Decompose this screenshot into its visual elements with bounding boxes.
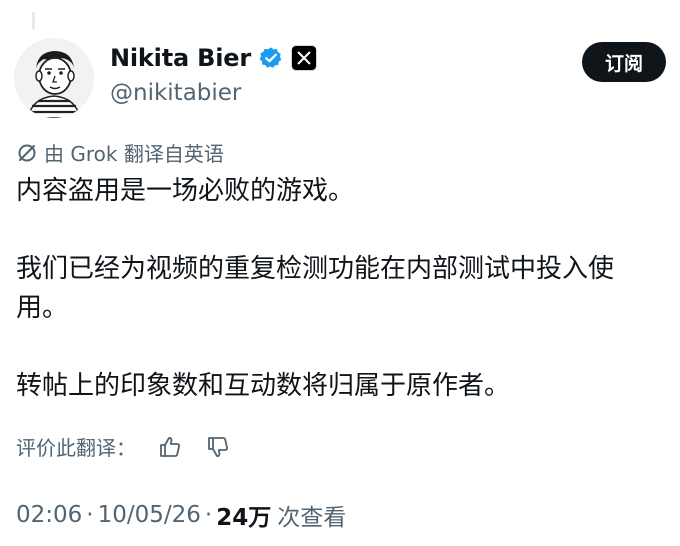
post-line-1: 内容盗用是一场必败的游戏。 (16, 176, 355, 206)
post-meta: 02:06 · 10/05/26 · 24万 次查看 (16, 498, 346, 532)
grok-icon (16, 142, 38, 164)
author-handle[interactable]: @nikitabier (110, 80, 241, 106)
author-name-row: Nikita Bier (110, 44, 317, 72)
thumbs-down-icon[interactable] (204, 433, 232, 461)
subscribe-button[interactable]: 订阅 (582, 42, 666, 82)
avatar[interactable] (14, 38, 94, 118)
post-time[interactable]: 02:06 (16, 502, 82, 528)
rate-translation-label: 评价此翻译： (16, 436, 136, 460)
meta-separator: · (204, 502, 213, 528)
post-line-2: 我们已经为视频的重复检测功能在内部测试中投入使用。 (16, 254, 615, 323)
verified-badge-icon[interactable] (259, 46, 283, 70)
views-count[interactable]: 24万 (216, 498, 271, 532)
post-header: Nikita Bier @nikitabier 订阅 (14, 38, 666, 118)
post-body: 内容盗用是一场必败的游戏。 我们已经为视频的重复检测功能在内部测试中投入使用。 … (16, 172, 656, 406)
post-date[interactable]: 10/05/26 (98, 502, 201, 528)
post-line-3: 转帖上的印象数和互动数将归属于原作者。 (16, 371, 511, 401)
views-label: 次查看 (277, 505, 347, 531)
thumbs-up-icon[interactable] (156, 433, 184, 461)
translation-label: 由 Grok 翻译自英语 (44, 142, 224, 166)
author-name[interactable]: Nikita Bier (110, 44, 251, 72)
translation-notice[interactable]: 由 Grok 翻译自英语 (16, 138, 224, 167)
x-logo-badge-icon[interactable] (290, 45, 317, 71)
top-divider-mark (32, 12, 35, 30)
rate-translation-row: 评价此翻译： (16, 432, 232, 461)
avatar-illustration (14, 38, 94, 118)
meta-separator: · (86, 502, 94, 528)
